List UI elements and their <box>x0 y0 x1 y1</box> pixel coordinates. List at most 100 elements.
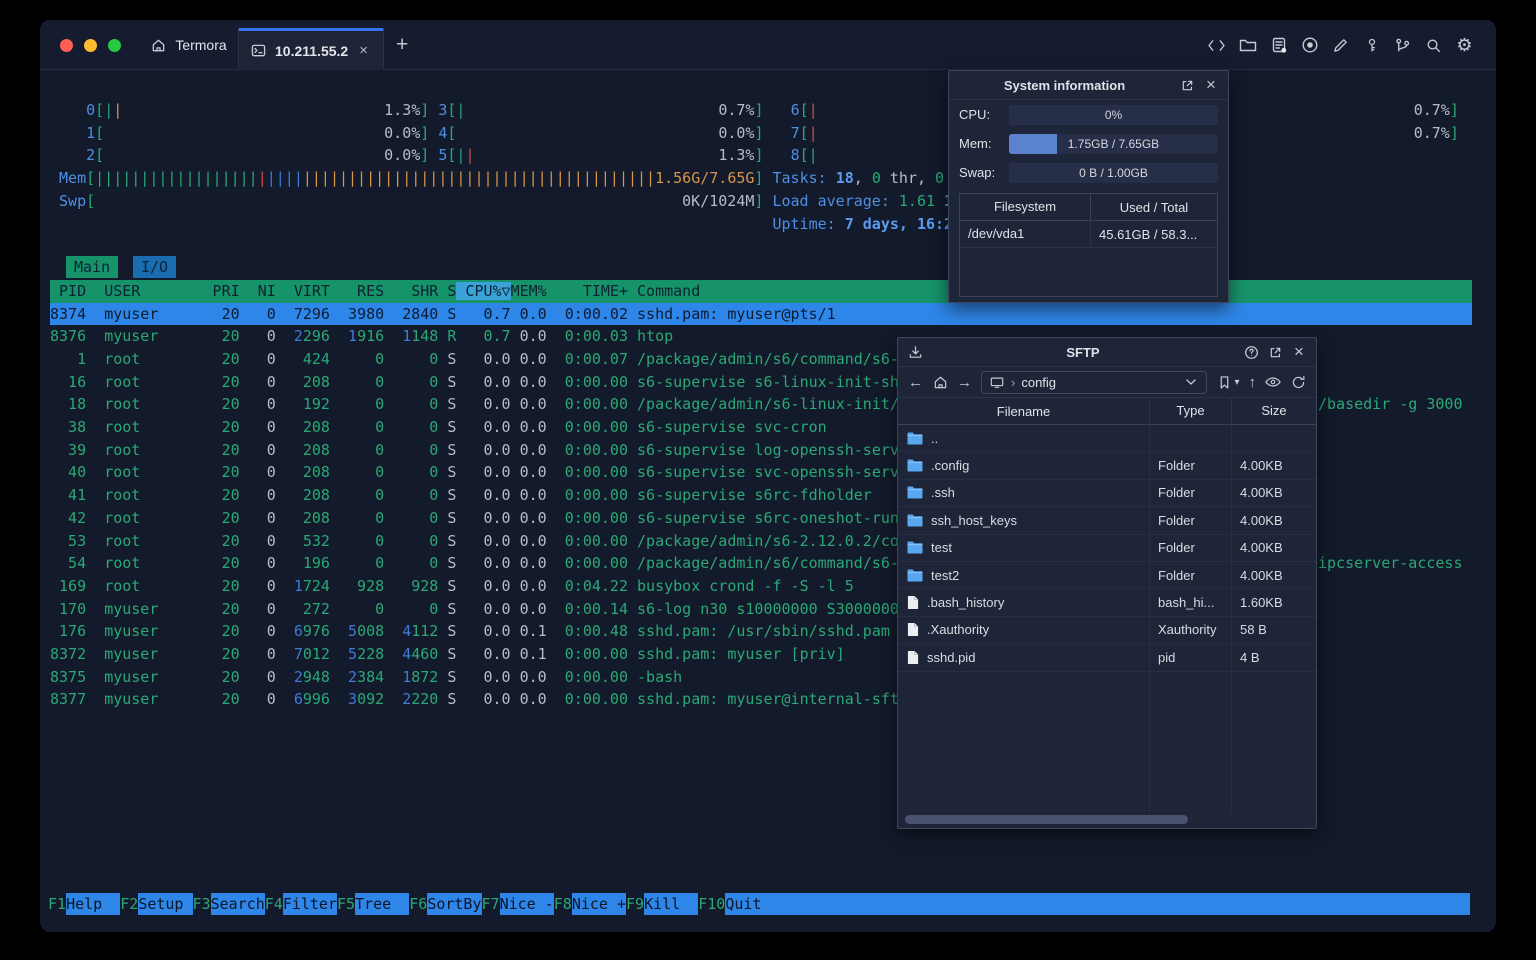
close-panel-icon[interactable]: × <box>1291 343 1307 360</box>
forward-icon[interactable]: → <box>957 374 972 391</box>
process-row[interactable]: 8376 myuser 20 0 2296 1916 1148 R 0.7 0.… <box>50 325 673 348</box>
record-icon[interactable] <box>1300 36 1319 55</box>
tab-termora-home[interactable]: Termora <box>140 20 236 70</box>
process-row[interactable]: 169 root 20 0 1724 928 928 S 0.0 0.0 0:0… <box>50 575 854 598</box>
function-key-button[interactable]: SortBy <box>427 893 482 915</box>
function-key-button[interactable]: Setup <box>138 893 193 915</box>
bookmark-icon[interactable] <box>1216 374 1232 390</box>
process-row[interactable]: 8377 myuser 20 0 6996 3092 2220 S 0.0 0.… <box>50 688 899 711</box>
function-key-button[interactable]: Filter <box>282 893 337 915</box>
file-type: Xauthority <box>1149 616 1231 644</box>
file-name-cell: .Xauthority <box>898 622 1149 637</box>
process-table-header[interactable]: PID USER PRI NI VIRT RES SHR S CPU%▽MEM%… <box>50 280 1472 303</box>
branch-icon[interactable] <box>1393 36 1412 55</box>
tab-session-active[interactable]: 10.211.55.2 × <box>238 28 384 70</box>
show-hidden-eye-icon[interactable] <box>1265 374 1281 390</box>
close-tab-icon[interactable]: × <box>359 42 368 59</box>
swap-meter-row: Swp[ 0K/1024M] Load average: 1.61 1 <box>59 191 954 210</box>
file-row[interactable]: .config Folder 4.00KB <box>898 452 1316 480</box>
open-in-window-icon[interactable] <box>1267 344 1283 360</box>
sftp-toolbar: ← → › config ▾ ↑ <box>898 367 1316 398</box>
session-tab-label: 10.211.55.2 <box>275 42 349 59</box>
file-row[interactable]: ssh_host_keys Folder 4.00KB <box>898 507 1316 535</box>
code-icon[interactable] <box>1207 36 1226 55</box>
function-key-button[interactable]: Search <box>210 893 265 915</box>
notes-icon[interactable] <box>1269 36 1288 55</box>
htop-function-bar: F1 Help F2 Setup F3 Search F4 Filter F5 Tree F6… <box>48 893 1470 915</box>
close-window-button[interactable] <box>60 39 73 52</box>
type-column-header[interactable]: Type <box>1149 398 1231 424</box>
filesystem-row[interactable]: /dev/vda1 45.61GB / 58.3... <box>960 221 1217 248</box>
breadcrumb-separator: › <box>1011 374 1016 390</box>
process-row[interactable]: 53 root 20 0 532 0 0 S 0.0 0.0 0:00.00 /… <box>50 530 899 553</box>
process-row[interactable]: 8375 myuser 20 0 2948 2384 1872 S 0.0 0.… <box>50 666 682 689</box>
function-key-button[interactable]: Nice - <box>499 893 554 915</box>
process-row[interactable]: 54 root 20 0 196 0 0 S 0.0 0.0 0:00.00 /… <box>50 552 899 575</box>
sftp-title: SFTP <box>1066 344 1100 360</box>
search-icon[interactable] <box>1424 36 1443 55</box>
process-row[interactable]: 40 root 20 0 208 0 0 S 0.0 0.0 0:00.00 s… <box>50 461 899 484</box>
file-row[interactable]: test2 Folder 4.00KB <box>898 561 1316 590</box>
system-information-panel: System information × CPU: 0% Mem: 1.75GB / … <box>948 70 1229 303</box>
pencil-icon[interactable] <box>1331 36 1350 55</box>
minimize-window-button[interactable] <box>84 39 97 52</box>
process-row[interactable]: 8374 myuser 20 0 7296 3980 2840 S 0.7 0.… <box>50 302 1472 326</box>
file-row[interactable]: .bash_history bash_hi... 1.60KB <box>898 589 1316 617</box>
open-in-window-icon[interactable] <box>1179 77 1195 93</box>
column-divider <box>1149 671 1150 814</box>
function-key-button[interactable]: Quit <box>725 893 780 915</box>
file-size: 4 B <box>1231 644 1316 671</box>
close-panel-icon[interactable]: × <box>1203 76 1219 93</box>
htop-tab-main[interactable]: Main <box>66 256 119 278</box>
file-row[interactable]: .Xauthority Xauthority 58 B <box>898 616 1316 645</box>
cpu-meter-row: 1[ 0.0%] 4[ 0.0%] 7[| 0.7%] <box>86 123 1459 142</box>
file-name-cell: .. <box>898 431 1149 446</box>
new-tab-button[interactable]: + <box>396 33 408 57</box>
back-icon[interactable]: ← <box>908 374 923 391</box>
file-name-cell: test2 <box>898 568 1149 583</box>
process-row[interactable]: 8372 myuser 20 0 7012 5228 4460 S 0.0 0.… <box>50 643 845 666</box>
computer-icon <box>989 374 1005 390</box>
function-key-button[interactable]: Help <box>66 893 121 915</box>
file-type: pid <box>1149 644 1231 671</box>
bookmark-caret-icon[interactable]: ▾ <box>1234 377 1239 388</box>
file-row[interactable]: .. <box>898 425 1316 453</box>
htop-tab-io[interactable]: I/O <box>133 256 177 278</box>
parent-directory-icon[interactable]: ↑ <box>1249 374 1257 391</box>
file-row[interactable]: sshd.pid pid 4 B <box>898 644 1316 672</box>
path-breadcrumb[interactable]: › config <box>981 370 1208 394</box>
metric-value: 0 B / 1.00GB <box>1079 165 1148 180</box>
key-icon[interactable] <box>1362 36 1381 55</box>
process-row[interactable]: 42 root 20 0 208 0 0 S 0.0 0.0 0:00.00 s… <box>50 507 899 530</box>
folder-icon[interactable] <box>1238 36 1257 55</box>
file-row[interactable]: .ssh Folder 4.00KB <box>898 479 1316 508</box>
process-row[interactable]: 1 root 20 0 424 0 0 S 0.0 0.0 0:00.07 /p… <box>50 348 899 371</box>
process-row[interactable]: 41 root 20 0 208 0 0 S 0.0 0.0 0:00.00 s… <box>50 484 872 507</box>
process-row[interactable]: 16 root 20 0 208 0 0 S 0.0 0.0 0:00.00 s… <box>50 371 899 394</box>
horizontal-scrollbar[interactable] <box>905 815 1188 824</box>
process-row[interactable]: 18 root 20 0 192 0 0 S 0.0 0.0 0:00.00 /… <box>50 393 899 416</box>
function-key-button[interactable]: Kill <box>644 893 699 915</box>
process-row[interactable]: 38 root 20 0 208 0 0 S 0.0 0.0 0:00.00 s… <box>50 416 827 439</box>
file-type: Folder <box>1149 507 1231 534</box>
function-key-button[interactable]: Nice + <box>571 893 626 915</box>
refresh-icon[interactable] <box>1290 374 1306 390</box>
file-size: 58 B <box>1231 616 1316 644</box>
help-icon[interactable] <box>1243 344 1259 360</box>
process-row[interactable]: 170 myuser 20 0 272 0 0 S 0.0 0.0 0:00.1… <box>50 598 899 621</box>
used-total-column-header[interactable]: Used / Total <box>1091 200 1217 215</box>
filename-column-header[interactable]: Filename <box>898 404 1149 419</box>
home-icon[interactable] <box>932 374 948 390</box>
download-icon[interactable] <box>907 344 923 360</box>
chevron-down-icon[interactable] <box>1183 374 1199 390</box>
filesystem-column-header[interactable]: Filesystem <box>960 194 1091 220</box>
zoom-window-button[interactable] <box>108 39 121 52</box>
process-row[interactable]: 39 root 20 0 208 0 0 S 0.0 0.0 0:00.00 s… <box>50 439 899 462</box>
settings-icon[interactable]: ⚙ <box>1455 35 1474 55</box>
memory-meter-row: Mem[||||||||||||||||||||||||||||||||||||… <box>59 169 945 188</box>
function-key-button[interactable]: Tree <box>355 893 410 915</box>
process-row[interactable]: 176 myuser 20 0 6976 5008 4112 S 0.0 0.1… <box>50 620 890 643</box>
file-row[interactable]: test Folder 4.00KB <box>898 534 1316 562</box>
titlebar: Termora 10.211.55.2 × + ⚙ <box>40 20 1496 70</box>
size-column-header[interactable]: Size <box>1231 398 1316 424</box>
